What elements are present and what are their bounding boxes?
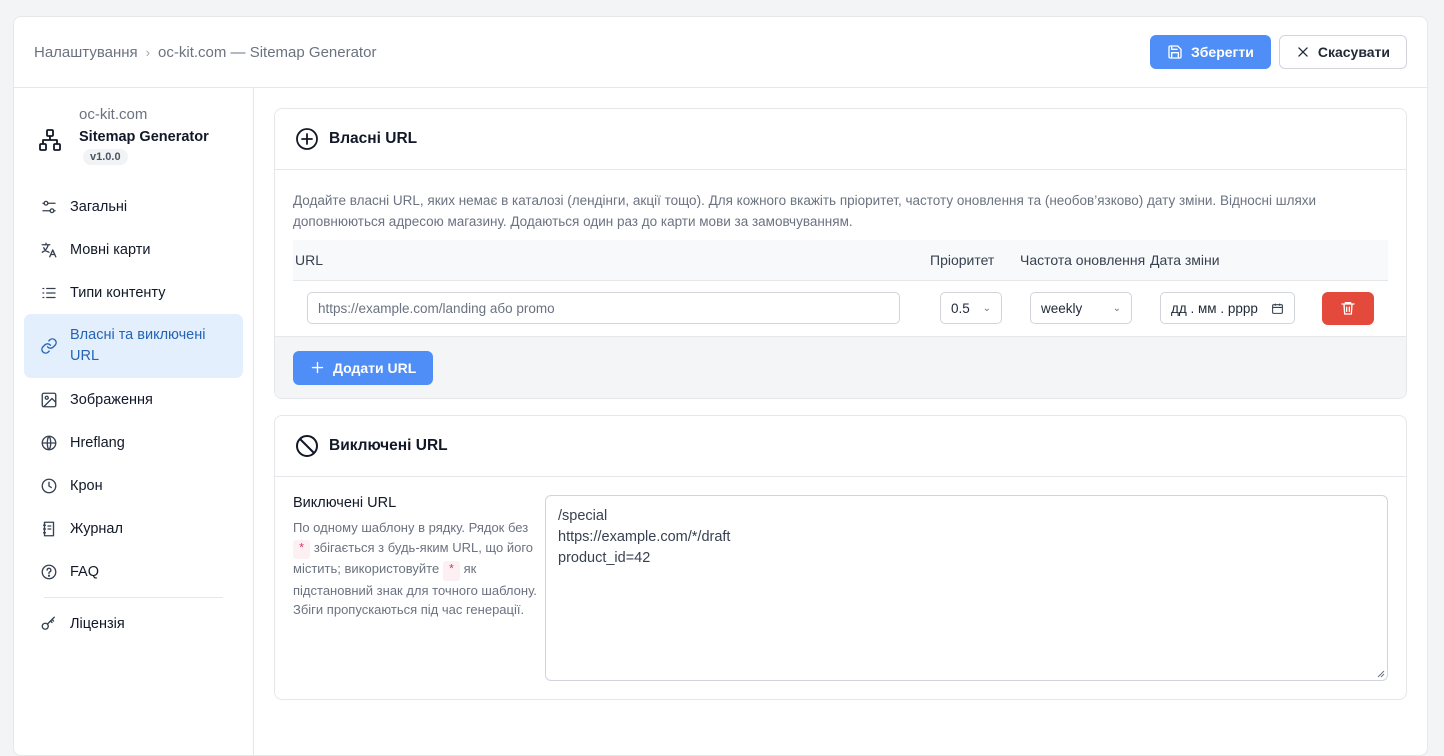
wildcard-code: * [442, 561, 461, 581]
breadcrumb: Налаштування › oc-kit.com — Sitemap Gene… [34, 44, 1150, 61]
card-header: Виключені URL [275, 416, 1406, 477]
card-title: Виключені URL [329, 437, 448, 454]
journal-icon [43, 521, 55, 536]
card-header: Власні URL [275, 109, 1406, 170]
sidebar-item-label: Крон [70, 477, 103, 494]
settings-window: Налаштування › oc-kit.com — Sitemap Gene… [13, 16, 1428, 756]
breadcrumb-current: oc-kit.com — Sitemap Generator [158, 43, 377, 61]
excluded-urls-card: Виключені URL Виключені URL По одному ша… [274, 415, 1407, 700]
column-header-actions [1298, 240, 1388, 281]
plus-icon [311, 361, 324, 374]
textarea-line: /special [558, 508, 608, 524]
sidebar-item-hreflang[interactable]: Hreflang [24, 421, 243, 464]
column-header-frequency: Частота оновлення [1018, 240, 1148, 281]
delete-row-button[interactable] [1322, 291, 1374, 325]
sidebar-item-label: Зображення [70, 391, 153, 408]
sidebar-item-journal[interactable]: Журнал [24, 507, 243, 550]
plus-circle-icon [296, 128, 318, 150]
save-button-label: Зберегти [1191, 44, 1254, 60]
excluded-urls-label: Виключені URL [293, 495, 397, 511]
frequency-select[interactable]: weekly ⌄ [1030, 292, 1132, 325]
save-button[interactable]: Зберегти [1150, 35, 1271, 69]
custom-urls-card: Власні URL Додайте власні URL, яких нема… [274, 108, 1407, 399]
sidebar-item-content-types[interactable]: Типи контенту [24, 271, 243, 314]
sidebar-item-images[interactable]: Зображення [24, 378, 243, 421]
excluded-urls-help: Виключені URL По одному шаблону в рядку.… [293, 495, 545, 681]
card-title: Власні URL [329, 130, 418, 147]
sidebar-item-label: Загальні [70, 198, 128, 215]
breadcrumb-separator: › [145, 44, 151, 60]
sidebar: oc-kit.com Sitemap Generator v1.0.0 Зага… [14, 88, 254, 755]
sidebar-item-custom-urls[interactable]: Власні та виключені URL [24, 314, 243, 378]
cancel-button-label: Скасувати [1317, 44, 1390, 60]
sidebar-item-faq[interactable]: FAQ [24, 550, 243, 593]
main-content: Власні URL Додайте власні URL, яких нема… [254, 88, 1427, 755]
url-input[interactable]: https://example.com/landing або promo [307, 292, 900, 325]
priority-select[interactable]: 0.5 ⌄ [940, 292, 1002, 325]
image-icon [41, 392, 57, 407]
top-bar: Налаштування › oc-kit.com — Sitemap Gene… [14, 17, 1427, 88]
trash-icon [1341, 302, 1355, 315]
textarea-line: product_id=42 [558, 550, 651, 566]
resize-handle-icon[interactable] [1375, 668, 1385, 678]
ban-icon [296, 435, 318, 457]
help-text-part: збігається з будь-яким URL, що його міст… [293, 539, 533, 577]
brand-site: oc-kit.com [79, 106, 148, 123]
card-footer: Додати URL [275, 336, 1406, 398]
column-header-date: Дата зміни [1148, 240, 1298, 281]
close-icon [1298, 47, 1308, 57]
wildcard-code: * [293, 539, 311, 559]
table-row: https://example.com/landing або promo 0.… [293, 280, 1388, 336]
sidebar-item-label: FAQ [70, 563, 100, 580]
sidebar-item-label: Типи контенту [70, 284, 166, 301]
sidebar-item-label: Hreflang [70, 434, 125, 451]
sidebar-item-cron[interactable]: Крон [24, 464, 243, 507]
textarea-line: https://example.com/*/draft [558, 529, 731, 545]
help-text-part: По одному шаблону в рядку. Рядок без [293, 520, 529, 535]
add-url-button[interactable]: Додати URL [293, 350, 434, 385]
cancel-button[interactable]: Скасувати [1278, 35, 1407, 69]
date-placeholder: дд . мм . рррр [1171, 300, 1258, 316]
chevron-down-icon: ⌄ [982, 302, 991, 314]
question-icon [41, 564, 57, 579]
sidebar-item-label: Мовні карти [70, 241, 151, 258]
excluded-urls-textarea[interactable]: /special https://example.com/*/draft pro… [545, 495, 1388, 681]
add-url-label: Додати URL [333, 359, 417, 376]
sidebar-item-license[interactable]: Ліцензія [24, 602, 243, 645]
help-text: По одному шаблону в рядку. Рядок без * з… [293, 518, 545, 620]
brand-name: Sitemap Generator [79, 129, 209, 145]
link-icon [41, 338, 57, 354]
sidebar-item-label: Журнал [70, 520, 123, 537]
priority-value: 0.5 [951, 300, 970, 316]
list-icon [42, 287, 56, 298]
version-badge: v1.0.0 [83, 149, 128, 165]
calendar-icon [1272, 303, 1283, 314]
sliders-icon [42, 200, 56, 213]
sidebar-item-language-maps[interactable]: Мовні карти [24, 228, 243, 271]
clock-icon [41, 478, 57, 493]
globe-icon [41, 435, 57, 450]
save-icon [1168, 45, 1182, 59]
frequency-value: weekly [1041, 300, 1083, 316]
breadcrumb-root[interactable]: Налаштування [34, 44, 138, 61]
sidebar-item-general[interactable]: Загальні [24, 185, 243, 228]
date-input[interactable]: дд . мм . рррр [1160, 292, 1295, 325]
custom-urls-table: URL Пріоритет Частота оновлення Дата змі… [293, 240, 1388, 336]
sidebar-item-label: Власні та виключені URL [70, 327, 206, 364]
column-header-priority: Пріоритет [928, 240, 1018, 281]
sidebar-item-label: Ліцензія [70, 615, 125, 632]
custom-urls-description: Додайте власні URL, яких немає в каталоз… [293, 193, 1317, 229]
sitemap-icon [39, 129, 61, 151]
brand: oc-kit.com Sitemap Generator v1.0.0 [24, 106, 243, 165]
key-icon [41, 616, 55, 630]
translate-icon [41, 242, 57, 257]
column-header-url: URL [293, 240, 928, 281]
sidebar-divider [44, 597, 223, 598]
chevron-down-icon: ⌄ [1112, 302, 1121, 314]
